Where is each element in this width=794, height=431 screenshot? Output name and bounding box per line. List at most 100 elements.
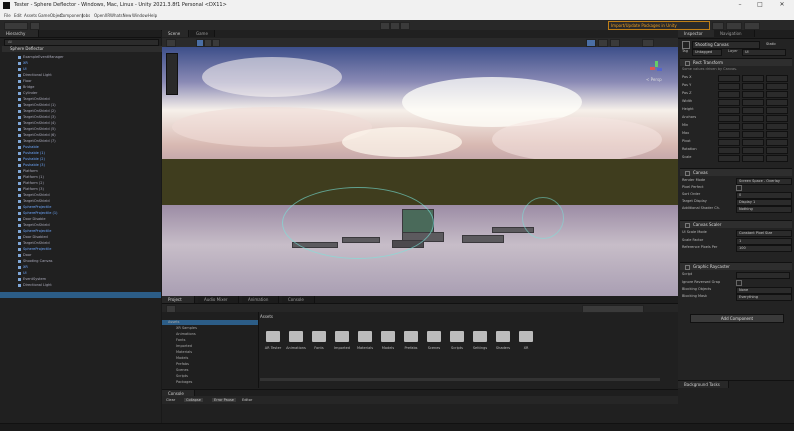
project-tree-item[interactable]: Fonts [176,338,185,343]
folder-icon[interactable] [335,331,349,342]
step-button[interactable] [400,22,410,30]
rect-value-field[interactable] [718,155,740,162]
tab-hierarchy[interactable]: Hierarchy [0,30,39,37]
breadcrumb[interactable]: Assets [260,314,273,319]
tab-audio-mixer[interactable]: Audio Mixer [198,296,239,303]
rect-value-field[interactable] [742,91,764,98]
shader-channels-dropdown[interactable]: Nothing [736,206,792,213]
rect-value-field[interactable] [742,139,764,146]
rect-transform-header[interactable]: Rect Transform [680,58,792,66]
maximize-button[interactable]: □ [754,1,766,8]
rect-value-field[interactable] [718,147,740,154]
reference-pixels-field[interactable]: 100 [736,245,792,252]
canvas-scaler-header[interactable]: Canvas Scaler [680,220,792,228]
project-tree-item[interactable]: Scenes [176,368,189,373]
project-search-input[interactable] [582,305,644,313]
tab-animation[interactable]: Animation [242,296,279,303]
tab-project[interactable]: Project [162,296,195,303]
project-tree-item[interactable]: Imported [176,344,192,349]
rect-value-field[interactable] [766,107,788,114]
close-button[interactable]: ✕ [776,1,788,8]
rect-value-field[interactable] [742,83,764,90]
project-tree-item[interactable]: Assets [168,320,179,325]
cloud-icon[interactable] [30,22,40,30]
console-editor-dropdown[interactable]: Editor [242,398,252,402]
project-tree-item[interactable]: Scripts [176,374,188,379]
menu-file[interactable]: File [4,13,11,18]
project-tree-item[interactable]: Packages [176,380,192,385]
tab-scene[interactable]: Scene [162,30,189,37]
layers-dropdown[interactable] [726,22,742,30]
project-tree-item[interactable]: Prefabs [176,362,189,367]
script-field[interactable] [736,272,790,279]
rect-value-field[interactable] [742,147,764,154]
scene-root-row[interactable]: Sphere Deflector [2,46,167,52]
rect-value-field[interactable] [742,107,764,114]
static-toggle[interactable]: Static [766,42,776,46]
console-error-pause-button[interactable]: Error Pause [212,398,236,402]
folder-icon[interactable] [358,331,372,342]
rect-value-field[interactable] [718,123,740,130]
rect-value-field[interactable] [718,75,740,82]
menu-openxr[interactable]: OpenXRWhatsNew [94,13,131,18]
sort-order-field[interactable]: 0 [736,192,792,199]
render-mode-dropdown[interactable]: Screen Space - Overlay [736,178,792,185]
rect-value-field[interactable] [766,139,788,146]
project-tree-item[interactable]: XR Samples [176,326,197,331]
asset-size-slider[interactable] [260,378,660,381]
folder-icon[interactable] [312,331,326,342]
folder-icon[interactable] [289,331,303,342]
object-name-field[interactable]: Shooting Canvas [692,41,760,49]
folder-icon[interactable] [427,331,441,342]
folder-icon[interactable] [496,331,510,342]
search-icon[interactable] [712,22,724,30]
rect-value-field[interactable] [742,155,764,162]
upgrade-notice[interactable]: Import/Update Packages in Unity [608,21,710,30]
rect-value-field[interactable] [718,139,740,146]
folder-icon[interactable] [266,331,280,342]
tab-navigation[interactable]: Navigation [714,30,755,37]
hand-tool-icon[interactable] [166,39,176,47]
project-tree-item[interactable]: Models [176,356,188,361]
rect-value-field[interactable] [766,123,788,130]
project-tree-item[interactable]: Animations [176,332,196,337]
2d-toggle-icon[interactable] [586,39,596,47]
tab-console[interactable]: Console [282,296,315,303]
hierarchy-item[interactable]: Directional Light [18,282,52,288]
pause-button[interactable] [390,22,400,30]
folder-icon[interactable] [404,331,418,342]
scale-tool-icon[interactable] [212,39,220,47]
add-component-button[interactable]: Add Component [690,314,784,323]
console-clear-button[interactable]: Clear [166,398,175,402]
audio-toggle-icon[interactable] [610,39,620,47]
rect-value-field[interactable] [742,115,764,122]
rect-value-field[interactable] [766,147,788,154]
play-button[interactable] [380,22,390,30]
layer-dropdown[interactable]: UI [742,49,786,56]
gizmos-dropdown[interactable] [642,39,654,47]
tag-dropdown[interactable]: Untagged [692,49,722,56]
rect-value-field[interactable] [718,115,740,122]
blocking-objects-dropdown[interactable]: None [736,287,792,294]
account-dropdown[interactable] [4,22,28,30]
rect-value-field[interactable] [742,131,764,138]
rect-value-field[interactable] [766,115,788,122]
rect-value-field[interactable] [742,75,764,82]
console-collapse-button[interactable]: Collapse [184,398,203,402]
rect-value-field[interactable] [766,155,788,162]
rect-value-field[interactable] [742,99,764,106]
project-tree-item[interactable]: Materials [176,350,192,355]
folder-icon[interactable] [473,331,487,342]
rect-value-field[interactable] [718,91,740,98]
menu-help[interactable]: Help [148,13,157,18]
orientation-gizmo[interactable] [650,61,664,75]
menu-component[interactable]: Component [60,13,83,18]
tab-inspector[interactable]: Inspector [678,30,715,37]
tab-game[interactable]: Game [190,30,215,37]
perspective-label[interactable]: < Persp [646,77,662,82]
platform-object[interactable] [462,235,504,243]
ignore-reversed-checkbox[interactable] [736,280,742,286]
graphic-raycaster-header[interactable]: Graphic Raycaster [680,262,792,270]
move-tool-icon[interactable] [196,39,204,47]
rect-value-field[interactable] [718,131,740,138]
